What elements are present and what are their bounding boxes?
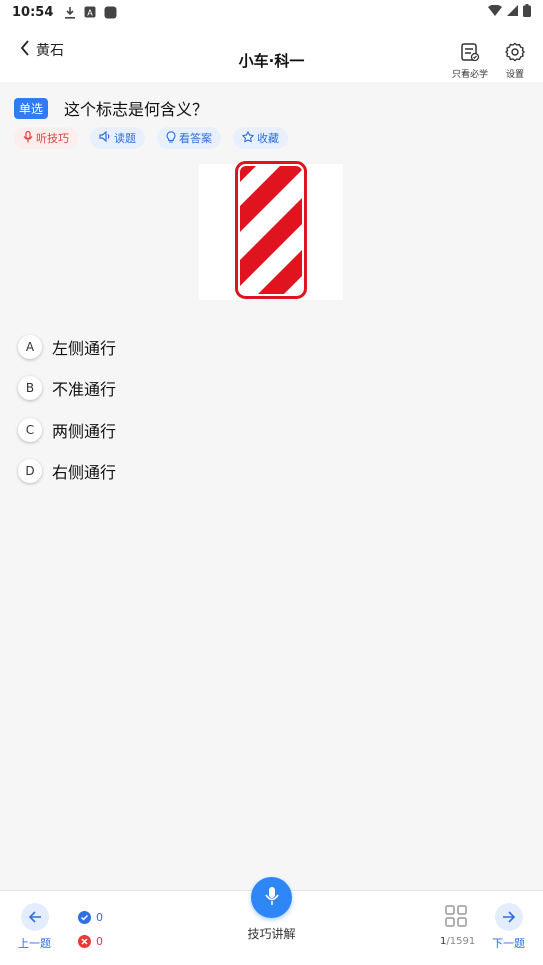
download-icon [63, 5, 77, 19]
read-question-label: 读题 [114, 132, 136, 145]
show-answer-button[interactable]: 看答案 [157, 127, 221, 149]
status-bar: 10:54 A [0, 0, 543, 24]
question-type-badge: 单选 [14, 97, 49, 119]
mic-icon [264, 886, 280, 910]
speaker-icon [99, 130, 111, 145]
read-question-button[interactable]: 读题 [90, 127, 145, 149]
study-only-button[interactable]: 只看必学 [452, 42, 488, 80]
option-a[interactable]: A 左侧通行 [18, 326, 116, 368]
show-answer-label: 看答案 [179, 132, 212, 145]
battery-icon [523, 3, 531, 21]
option-text: 两侧通行 [52, 421, 117, 441]
listen-tips-label: 听技巧 [36, 132, 69, 145]
star-icon [242, 130, 254, 146]
question-image [199, 161, 343, 303]
next-question-label: 下一题 [492, 937, 525, 950]
progress-total: /1591 [446, 936, 476, 947]
question-text: 这个标志是何含义？ [64, 100, 209, 119]
diagonal-stripe-sign-icon [235, 161, 307, 303]
option-text: 左侧通行 [52, 338, 117, 358]
answer-options: A 左侧通行 B 不准通行 C 两侧通行 D 右侧通行 [18, 326, 116, 492]
listen-tips-button[interactable]: 听技巧 [14, 127, 78, 149]
settings-button[interactable]: 设置 [505, 42, 525, 80]
option-letter: A [18, 334, 42, 359]
bulb-icon [166, 130, 176, 146]
mic-icon [23, 130, 33, 146]
tips-audio-button[interactable] [251, 877, 292, 918]
study-list-icon [460, 42, 480, 67]
grid-icon [445, 905, 467, 931]
a-icon: A [83, 5, 97, 19]
svg-text:A: A [88, 9, 94, 18]
settings-label: 设置 [505, 70, 524, 80]
app-icon [103, 5, 117, 19]
question-grid-button[interactable] [445, 905, 467, 931]
favorite-label: 收藏 [257, 132, 279, 145]
status-time: 10:54 [12, 4, 54, 20]
option-letter: C [18, 417, 42, 442]
question-area: 单选 这个标志是何含义？ 听技巧 读题 看答案 收藏 A 左侧通行 B 不准通行… [0, 82, 543, 890]
wifi-icon [488, 4, 502, 20]
question-toolbar: 听技巧 读题 看答案 收藏 [14, 127, 288, 149]
option-c[interactable]: C 两侧通行 [18, 409, 116, 451]
study-only-label: 只看必学 [452, 70, 489, 80]
next-question-button[interactable]: 下一题 [492, 903, 525, 951]
option-d[interactable]: D 右侧通行 [18, 451, 116, 493]
option-letter: B [18, 376, 42, 401]
favorite-button[interactable]: 收藏 [233, 127, 288, 149]
correct-count: 0 [96, 910, 103, 924]
question-row: 单选 这个标志是何含义？ [14, 96, 208, 120]
question-progress: 1/1591 [440, 936, 475, 947]
option-text: 右侧通行 [52, 463, 117, 483]
arrow-right-icon [494, 903, 523, 931]
option-b[interactable]: B 不准通行 [18, 368, 116, 410]
signal-icon [507, 4, 518, 20]
option-text: 不准通行 [52, 380, 117, 400]
option-letter: D [18, 459, 42, 484]
app-header: 黄石 小车·科一 只看必学 设置 [0, 24, 543, 82]
check-icon [78, 910, 91, 924]
gear-icon [505, 42, 525, 67]
bottom-bar: 上一题 0 0 技巧讲解 1/1591 下一题 [0, 877, 543, 965]
